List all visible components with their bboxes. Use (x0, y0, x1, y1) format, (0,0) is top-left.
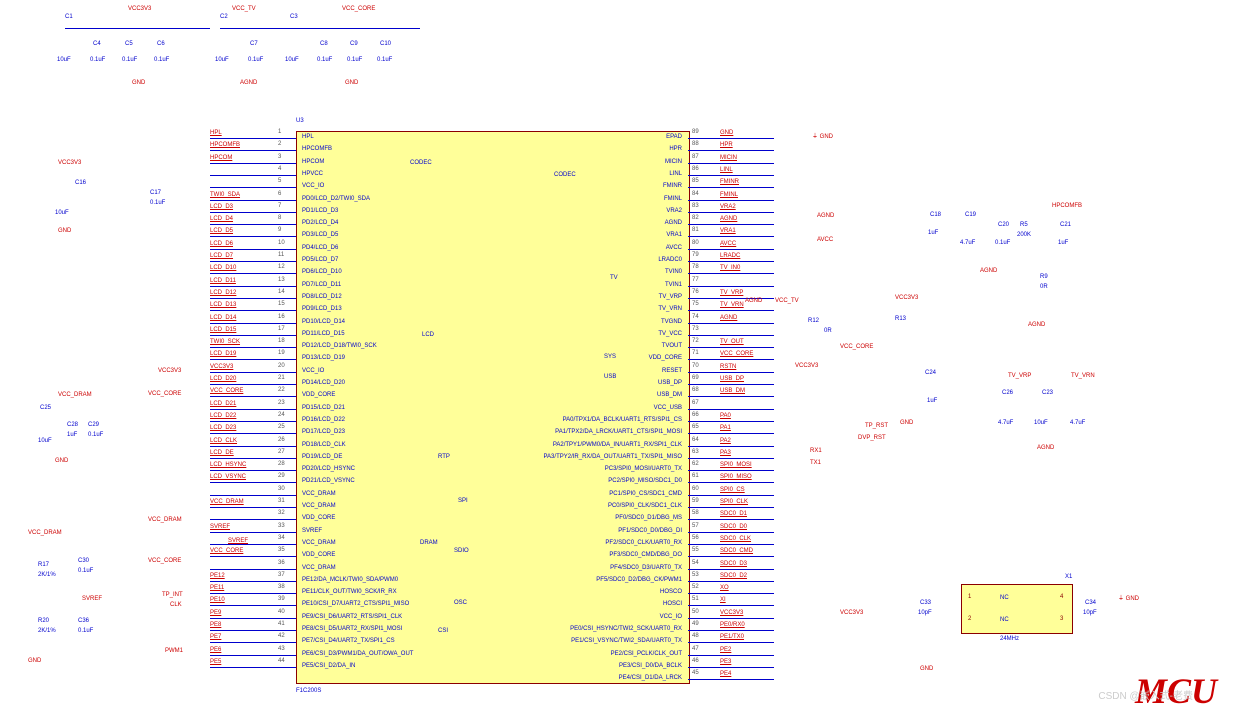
c17: C17 (150, 190, 161, 196)
bus-codec2: CODEC (554, 172, 576, 178)
rail-vcc-tv: VCC_TV (232, 6, 256, 12)
gnd-4: GND (55, 458, 68, 464)
rail-dram2: VCC_DRAM (28, 530, 62, 536)
tp-int: TP_INT (162, 592, 183, 598)
bus-usb: USB (604, 374, 616, 380)
bus-dram: DRAM (420, 540, 438, 546)
bus-codec: CODEC (410, 160, 432, 166)
gnd-3: GND (58, 228, 71, 234)
osc-x1 (961, 584, 1073, 634)
c16: C16 (75, 180, 86, 186)
bus-spi: SPI (458, 498, 468, 504)
bus-rtp: RTP (438, 454, 450, 460)
decap-group-1: C1 C4 C5 C6 10uF 0.1uF 0.1uF 0.1uF (65, 28, 210, 69)
bus-csi: CSI (438, 628, 448, 634)
bus-sys: SYS (604, 354, 616, 360)
osc-val: 24MHz (1000, 636, 1019, 642)
svref-out: SVREF (82, 596, 102, 602)
bus-lcd: LCD (422, 332, 434, 338)
decap-group-3: C3 C8 C9 C10 10uF 0.1uF 0.1uF 0.1uF (290, 28, 420, 69)
gnd-1: GND (132, 80, 145, 86)
clk: CLK (170, 602, 182, 608)
gnd-epad: ⏚ GND (812, 131, 833, 140)
rail-vcc3v3: VCC3V3 (128, 6, 151, 12)
osc-ref: X1 (1065, 574, 1072, 580)
rail-vcc-core: VCC_CORE (342, 6, 375, 12)
gnd-2: GND (345, 80, 358, 86)
ic-part: F1C200S (296, 688, 321, 694)
bus-osc: OSC (454, 600, 467, 606)
bus-tv: TV (610, 275, 618, 281)
rail-vcc-dram: VCC_DRAM (58, 392, 92, 398)
agnd-1: AGND (240, 80, 257, 86)
pwm1: PWM1 (165, 648, 183, 654)
rail-left-vcc3v3: VCC3V3 (58, 160, 81, 166)
bus-sdio: SDIO (454, 548, 469, 554)
watermark: CSDN @嵌入式-老费 (1098, 687, 1193, 702)
gnd-5: GND (28, 658, 41, 664)
ic-ref: U3 (296, 118, 304, 124)
